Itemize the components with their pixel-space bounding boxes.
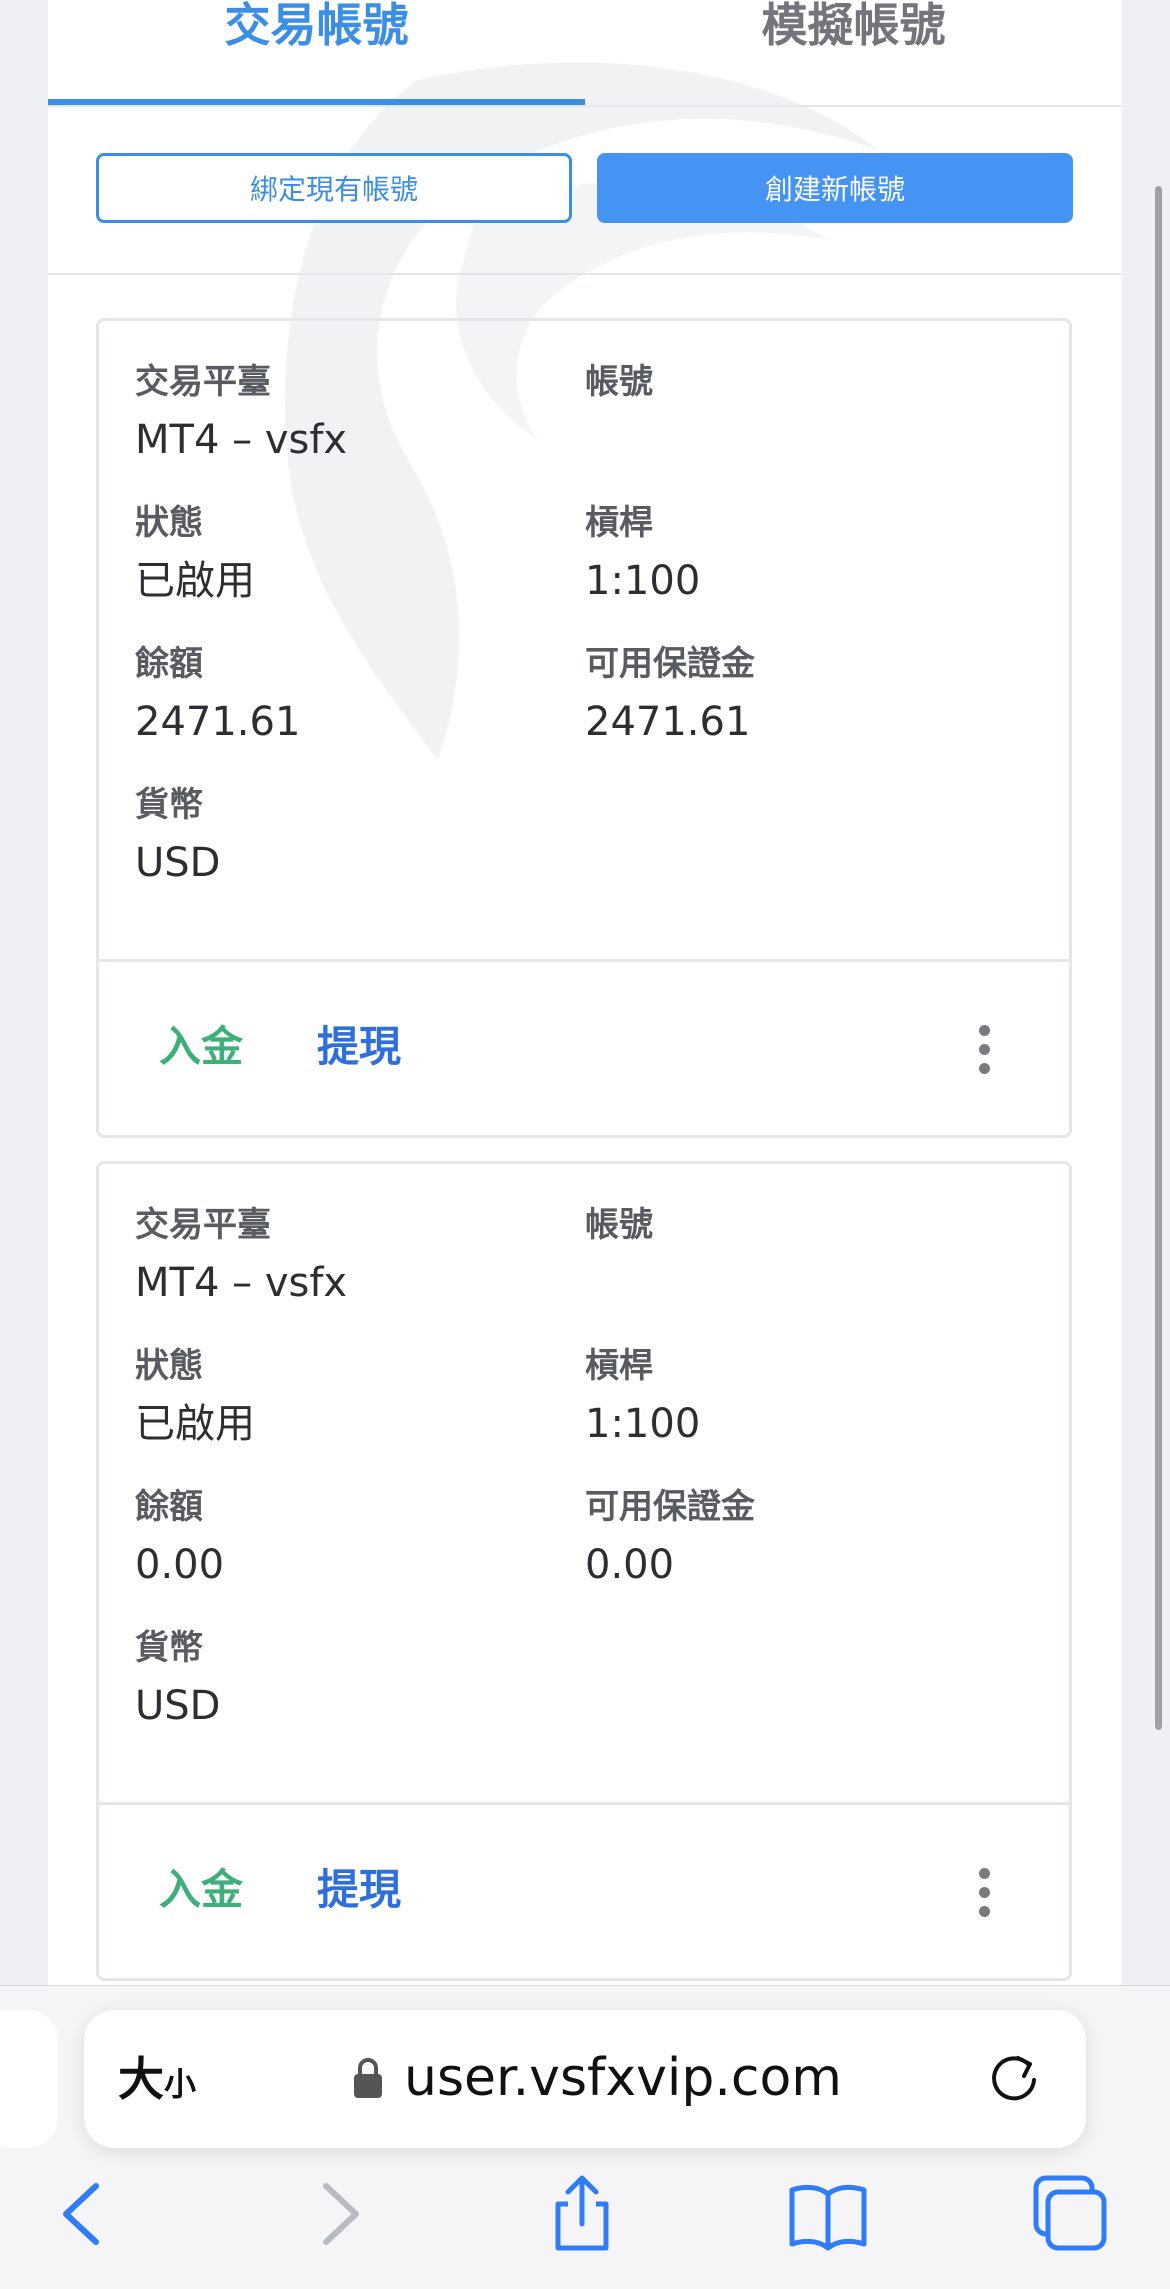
more-options-icon[interactable] [969, 1020, 999, 1080]
account-number-label: 帳號 [585, 1205, 653, 1245]
account-type-tabs: 交易帳號 模擬帳號 [48, 0, 1122, 107]
page: 交易帳號 模擬帳號 綁定現有帳號 創建新帳號 交易平臺 MT4 – vsfx 帳… [0, 0, 1170, 2289]
account-card-actions: 入金 提現 [99, 959, 1069, 1135]
accounts-panel: 交易帳號 模擬帳號 綁定現有帳號 創建新帳號 交易平臺 MT4 – vsfx 帳… [48, 0, 1122, 1985]
create-new-label: 創建新帳號 [764, 173, 905, 206]
platform-value: MT4 – vsfx [135, 417, 348, 463]
tab-trading-accounts[interactable]: 交易帳號 [48, 0, 585, 105]
more-options-icon[interactable] [969, 1863, 999, 1923]
address-bar[interactable]: 大小 user.vsfxvip.com [84, 2010, 1086, 2148]
status-value: 已啟用 [135, 558, 255, 604]
balance-label: 餘額 [135, 644, 203, 684]
account-card-details: 交易平臺 MT4 – vsfx 帳號 狀態 已啟用 槓桿 1:100 餘額 [99, 321, 1069, 959]
forward-icon[interactable] [298, 2174, 378, 2254]
balance-field: 餘額 2471.61 [135, 643, 575, 747]
create-new-account-button[interactable]: 創建新帳號 [597, 153, 1073, 223]
scrollbar[interactable] [1155, 186, 1162, 1730]
platform-field: 交易平臺 MT4 – vsfx [135, 361, 575, 465]
bookmarks-icon[interactable] [788, 2174, 868, 2254]
account-number-label: 帳號 [585, 362, 653, 402]
free-margin-field: 可用保證金 2471.61 [585, 643, 1025, 747]
leverage-field: 槓桿 1:100 [585, 1345, 1025, 1449]
free-margin-field: 可用保證金 0.00 [585, 1486, 1025, 1590]
browser-chrome: 大小 user.vsfxvip.com [0, 1985, 1170, 2289]
leverage-field: 槓桿 1:100 [585, 502, 1025, 606]
balance-value: 0.00 [135, 1542, 225, 1588]
free-margin-value: 0.00 [585, 1542, 675, 1588]
account-card: 交易平臺 MT4 – vsfx 帳號 狀態 已啟用 槓桿 1:100 餘額 [96, 318, 1072, 1138]
platform-label: 交易平臺 [135, 1205, 271, 1245]
currency-label: 貨幣 [135, 1628, 203, 1668]
leverage-value: 1:100 [585, 558, 701, 604]
account-card-actions: 入金 提現 [99, 1802, 1069, 1978]
text-size-button[interactable]: 大小 [118, 2054, 196, 2109]
balance-value: 2471.61 [135, 699, 301, 745]
tab-demo-label: 模擬帳號 [761, 0, 946, 52]
status-field: 狀態 已啟用 [135, 502, 575, 606]
previous-tab-pill[interactable] [0, 2010, 58, 2148]
active-tab-indicator [48, 99, 585, 105]
tab-demo-accounts[interactable]: 模擬帳號 [585, 0, 1122, 105]
free-margin-value: 2471.61 [585, 699, 751, 745]
leverage-value: 1:100 [585, 1401, 701, 1447]
leverage-label: 槓桿 [585, 503, 653, 543]
account-number-field: 帳號 [585, 361, 1025, 415]
status-label: 狀態 [135, 1346, 203, 1386]
lock-icon [354, 2058, 382, 2098]
platform-field: 交易平臺 MT4 – vsfx [135, 1204, 575, 1308]
currency-field: 貨幣 USD [135, 1627, 575, 1731]
withdraw-link[interactable]: 提現 [317, 1022, 401, 1072]
account-actions-row: 綁定現有帳號 創建新帳號 [48, 107, 1122, 275]
bind-existing-label: 綁定現有帳號 [249, 173, 418, 206]
currency-value: USD [135, 840, 221, 886]
status-field: 狀態 已啟用 [135, 1345, 575, 1449]
leverage-label: 槓桿 [585, 1346, 653, 1386]
currency-label: 貨幣 [135, 785, 203, 825]
deposit-link[interactable]: 入金 [159, 1022, 243, 1072]
currency-value: USD [135, 1683, 221, 1729]
status-label: 狀態 [135, 503, 203, 543]
page-right-margin [1122, 0, 1170, 1985]
text-size-small: 小 [164, 2065, 197, 2103]
balance-label: 餘額 [135, 1487, 203, 1527]
free-margin-label: 可用保證金 [585, 644, 755, 684]
platform-label: 交易平臺 [135, 362, 271, 402]
platform-value: MT4 – vsfx [135, 1260, 348, 1306]
free-margin-label: 可用保證金 [585, 1487, 755, 1527]
tabs-icon[interactable] [1030, 2174, 1110, 2254]
bind-existing-account-button[interactable]: 綁定現有帳號 [96, 153, 572, 223]
back-icon[interactable] [44, 2174, 124, 2254]
reload-icon[interactable] [984, 2050, 1044, 2110]
balance-field: 餘額 0.00 [135, 1486, 575, 1590]
text-size-large: 大 [118, 2052, 164, 2106]
status-value: 已啟用 [135, 1401, 255, 1447]
deposit-link[interactable]: 入金 [159, 1865, 243, 1915]
account-card: 交易平臺 MT4 – vsfx 帳號 狀態 已啟用 槓桿 1:100 餘額 [96, 1161, 1072, 1981]
tab-trading-label: 交易帳號 [224, 0, 409, 52]
account-card-details: 交易平臺 MT4 – vsfx 帳號 狀態 已啟用 槓桿 1:100 餘額 [99, 1164, 1069, 1802]
url-text: user.vsfxvip.com [404, 2048, 842, 2108]
account-number-field: 帳號 [585, 1204, 1025, 1258]
currency-field: 貨幣 USD [135, 784, 575, 888]
share-icon[interactable] [542, 2174, 622, 2254]
withdraw-link[interactable]: 提現 [317, 1865, 401, 1915]
